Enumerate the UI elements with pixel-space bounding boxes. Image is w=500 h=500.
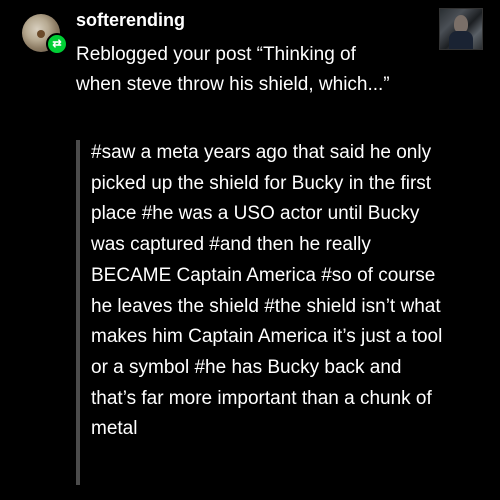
reblog-tags: #saw a meta years ago that said he only … — [91, 142, 443, 440]
avatar-detail — [37, 30, 45, 38]
notification-text: Reblogged your post “Thinking of when st… — [76, 40, 406, 100]
notification-prefix: Reblogged your post — [76, 44, 257, 65]
thumbnail-figure-body — [449, 31, 473, 49]
post-thumbnail[interactable] — [439, 8, 483, 50]
reblog-icon: ⇄ — [46, 33, 68, 55]
quote-bar — [76, 140, 80, 485]
username-link[interactable]: softerending — [76, 10, 185, 31]
